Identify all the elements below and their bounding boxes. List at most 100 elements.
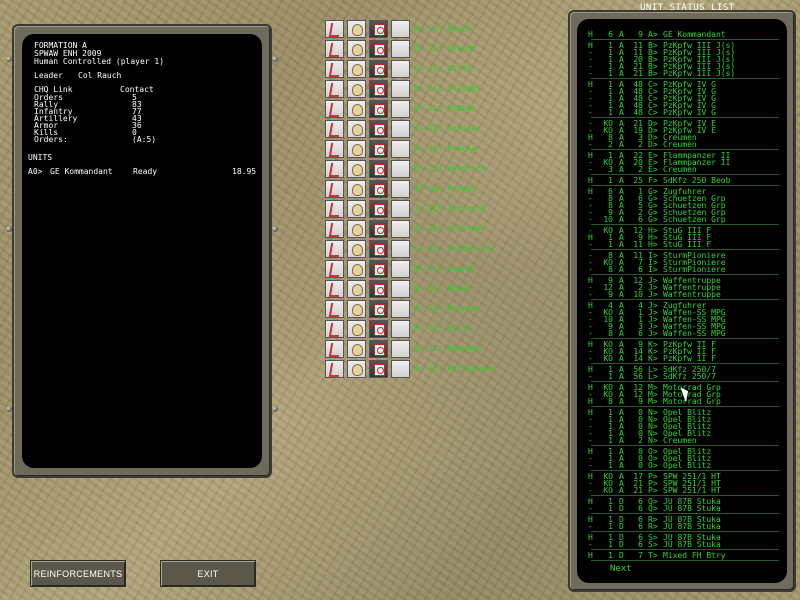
- formation-leader[interactable]: D> 1Lt Stiegel: [414, 83, 481, 95]
- formation-leader[interactable]: N> 1Lt Meyer: [414, 283, 472, 295]
- blank-slot[interactable]: [391, 160, 410, 178]
- target-icon[interactable]: [369, 340, 388, 358]
- unit-status-row[interactable]: - 1 D 6 S> JU 87B Stuka: [577, 541, 787, 549]
- shield-icon[interactable]: [347, 300, 366, 318]
- move-order-icon[interactable]: [325, 240, 344, 258]
- move-order-icon[interactable]: [325, 360, 344, 378]
- move-order-icon[interactable]: [325, 80, 344, 98]
- formation-leader[interactable]: K> 2Lt Schirmer: [414, 223, 486, 235]
- unit-status-row[interactable]: H 1 D 7 T> Mixed FH Btry: [577, 552, 787, 560]
- target-icon[interactable]: [369, 20, 388, 38]
- blank-slot[interactable]: [391, 180, 410, 198]
- shield-icon[interactable]: [347, 40, 366, 58]
- unit-status-row[interactable]: H 6 A 9 A> GE Kommandant: [577, 31, 787, 39]
- blank-slot[interactable]: [391, 80, 410, 98]
- exit-button[interactable]: EXIT: [160, 560, 256, 587]
- shield-icon[interactable]: [347, 260, 366, 278]
- formation-leader[interactable]: H> 2Lt Heidrich: [414, 163, 486, 175]
- shield-icon[interactable]: [347, 320, 366, 338]
- shield-icon[interactable]: [347, 20, 366, 38]
- blank-slot[interactable]: [391, 60, 410, 78]
- unit-status-row[interactable]: - 1 A 2 N> Creumen: [577, 437, 787, 445]
- unit-status-row[interactable]: - 9 A 10 J> Waffentruppe: [577, 291, 787, 299]
- shield-icon[interactable]: [347, 280, 366, 298]
- shield-icon[interactable]: [347, 80, 366, 98]
- target-icon[interactable]: [369, 200, 388, 218]
- unit-status-row[interactable]: - KO A 21 P> SPW 251/1 HT: [577, 487, 787, 495]
- move-order-icon[interactable]: [325, 180, 344, 198]
- blank-slot[interactable]: [391, 20, 410, 38]
- unit-status-row[interactable]: - 1 D 6 R> JU 87B Stuka: [577, 523, 787, 531]
- target-icon[interactable]: [369, 280, 388, 298]
- shield-icon[interactable]: [347, 240, 366, 258]
- formation-leader[interactable]: Q> 1Lt Baumann: [414, 343, 481, 355]
- blank-slot[interactable]: [391, 200, 410, 218]
- blank-slot[interactable]: [391, 320, 410, 338]
- target-icon[interactable]: [369, 140, 388, 158]
- blank-slot[interactable]: [391, 280, 410, 298]
- unit-status-row[interactable]: - 3 A 2 E> Creumen: [577, 166, 787, 174]
- shield-icon[interactable]: [347, 60, 366, 78]
- unit-status-row[interactable]: H 1 A 25 F> SdKfz 250 Beob: [577, 177, 787, 185]
- formation-leader[interactable]: O> 1Lt Brunner: [414, 303, 481, 315]
- formation-leader[interactable]: A> Col Rauch: [414, 23, 472, 35]
- unit-status-row[interactable]: -2 A 2 D> Creumen: [577, 141, 787, 149]
- blank-slot[interactable]: [391, 100, 410, 118]
- move-order-icon[interactable]: [325, 260, 344, 278]
- shield-icon[interactable]: [347, 180, 366, 198]
- target-icon[interactable]: [369, 40, 388, 58]
- reinforcements-button[interactable]: REINFORCEMENTS: [30, 560, 126, 587]
- blank-slot[interactable]: [391, 340, 410, 358]
- target-icon[interactable]: [369, 160, 388, 178]
- unit-status-row[interactable]: - 1 A 0 O> Opel Blitz: [577, 462, 787, 470]
- move-order-icon[interactable]: [325, 20, 344, 38]
- move-order-icon[interactable]: [325, 140, 344, 158]
- shield-icon[interactable]: [347, 340, 366, 358]
- formation-leader[interactable]: E> 1Lt Vebber: [414, 103, 477, 115]
- target-icon[interactable]: [369, 80, 388, 98]
- target-icon[interactable]: [369, 100, 388, 118]
- move-order-icon[interactable]: [325, 340, 344, 358]
- target-icon[interactable]: [369, 120, 388, 138]
- formation-leader[interactable]: I> Sgt Krogel: [414, 183, 477, 195]
- target-icon[interactable]: [369, 240, 388, 258]
- next-button[interactable]: Next: [610, 564, 632, 574]
- unit-status-row[interactable]: - 8 A 6 J> Waffen-SS MPG: [577, 330, 787, 338]
- formation-leader[interactable]: P> 1Lt Wirth: [414, 323, 472, 335]
- unit-status-row[interactable]: - 1 A 48 C> PzKpfw IV G: [577, 109, 787, 117]
- move-order-icon[interactable]: [325, 60, 344, 78]
- move-order-icon[interactable]: [325, 160, 344, 178]
- unit-status-row[interactable]: - 1 A 56 L> SdKfz 250/7: [577, 373, 787, 381]
- move-order-icon[interactable]: [325, 200, 344, 218]
- formation-leader[interactable]: J> 2Lt Albrecht: [414, 203, 486, 215]
- target-icon[interactable]: [369, 260, 388, 278]
- move-order-icon[interactable]: [325, 320, 344, 338]
- shield-icon[interactable]: [347, 120, 366, 138]
- formation-leader[interactable]: C> 1Lt Wirth: [414, 63, 472, 75]
- shield-icon[interactable]: [347, 140, 366, 158]
- unit-status-row[interactable]: - 1 A 21 B> PzKpfw III J(s): [577, 70, 787, 78]
- blank-slot[interactable]: [391, 360, 410, 378]
- move-order-icon[interactable]: [325, 100, 344, 118]
- shield-icon[interactable]: [347, 360, 366, 378]
- shield-icon[interactable]: [347, 220, 366, 238]
- move-order-icon[interactable]: [325, 220, 344, 238]
- formation-leader[interactable]: G> 1Lt Krause: [414, 143, 477, 155]
- move-order-icon[interactable]: [325, 280, 344, 298]
- formation-leader[interactable]: L> 1Lt Schmeltzer: [414, 243, 496, 255]
- blank-slot[interactable]: [391, 240, 410, 258]
- unit-id[interactable]: A0>: [28, 168, 42, 176]
- blank-slot[interactable]: [391, 260, 410, 278]
- shield-icon[interactable]: [347, 200, 366, 218]
- target-icon[interactable]: [369, 320, 388, 338]
- move-order-icon[interactable]: [325, 40, 344, 58]
- move-order-icon[interactable]: [325, 120, 344, 138]
- shield-icon[interactable]: [347, 160, 366, 178]
- formation-leader[interactable]: F> 1Lt Steiner: [414, 123, 481, 135]
- blank-slot[interactable]: [391, 140, 410, 158]
- target-icon[interactable]: [369, 60, 388, 78]
- blank-slot[interactable]: [391, 300, 410, 318]
- formation-leader[interactable]: B> 1Lt Brandt: [414, 43, 477, 55]
- move-order-icon[interactable]: [325, 300, 344, 318]
- formation-leader[interactable]: M> 1Lt Teiner: [414, 263, 477, 275]
